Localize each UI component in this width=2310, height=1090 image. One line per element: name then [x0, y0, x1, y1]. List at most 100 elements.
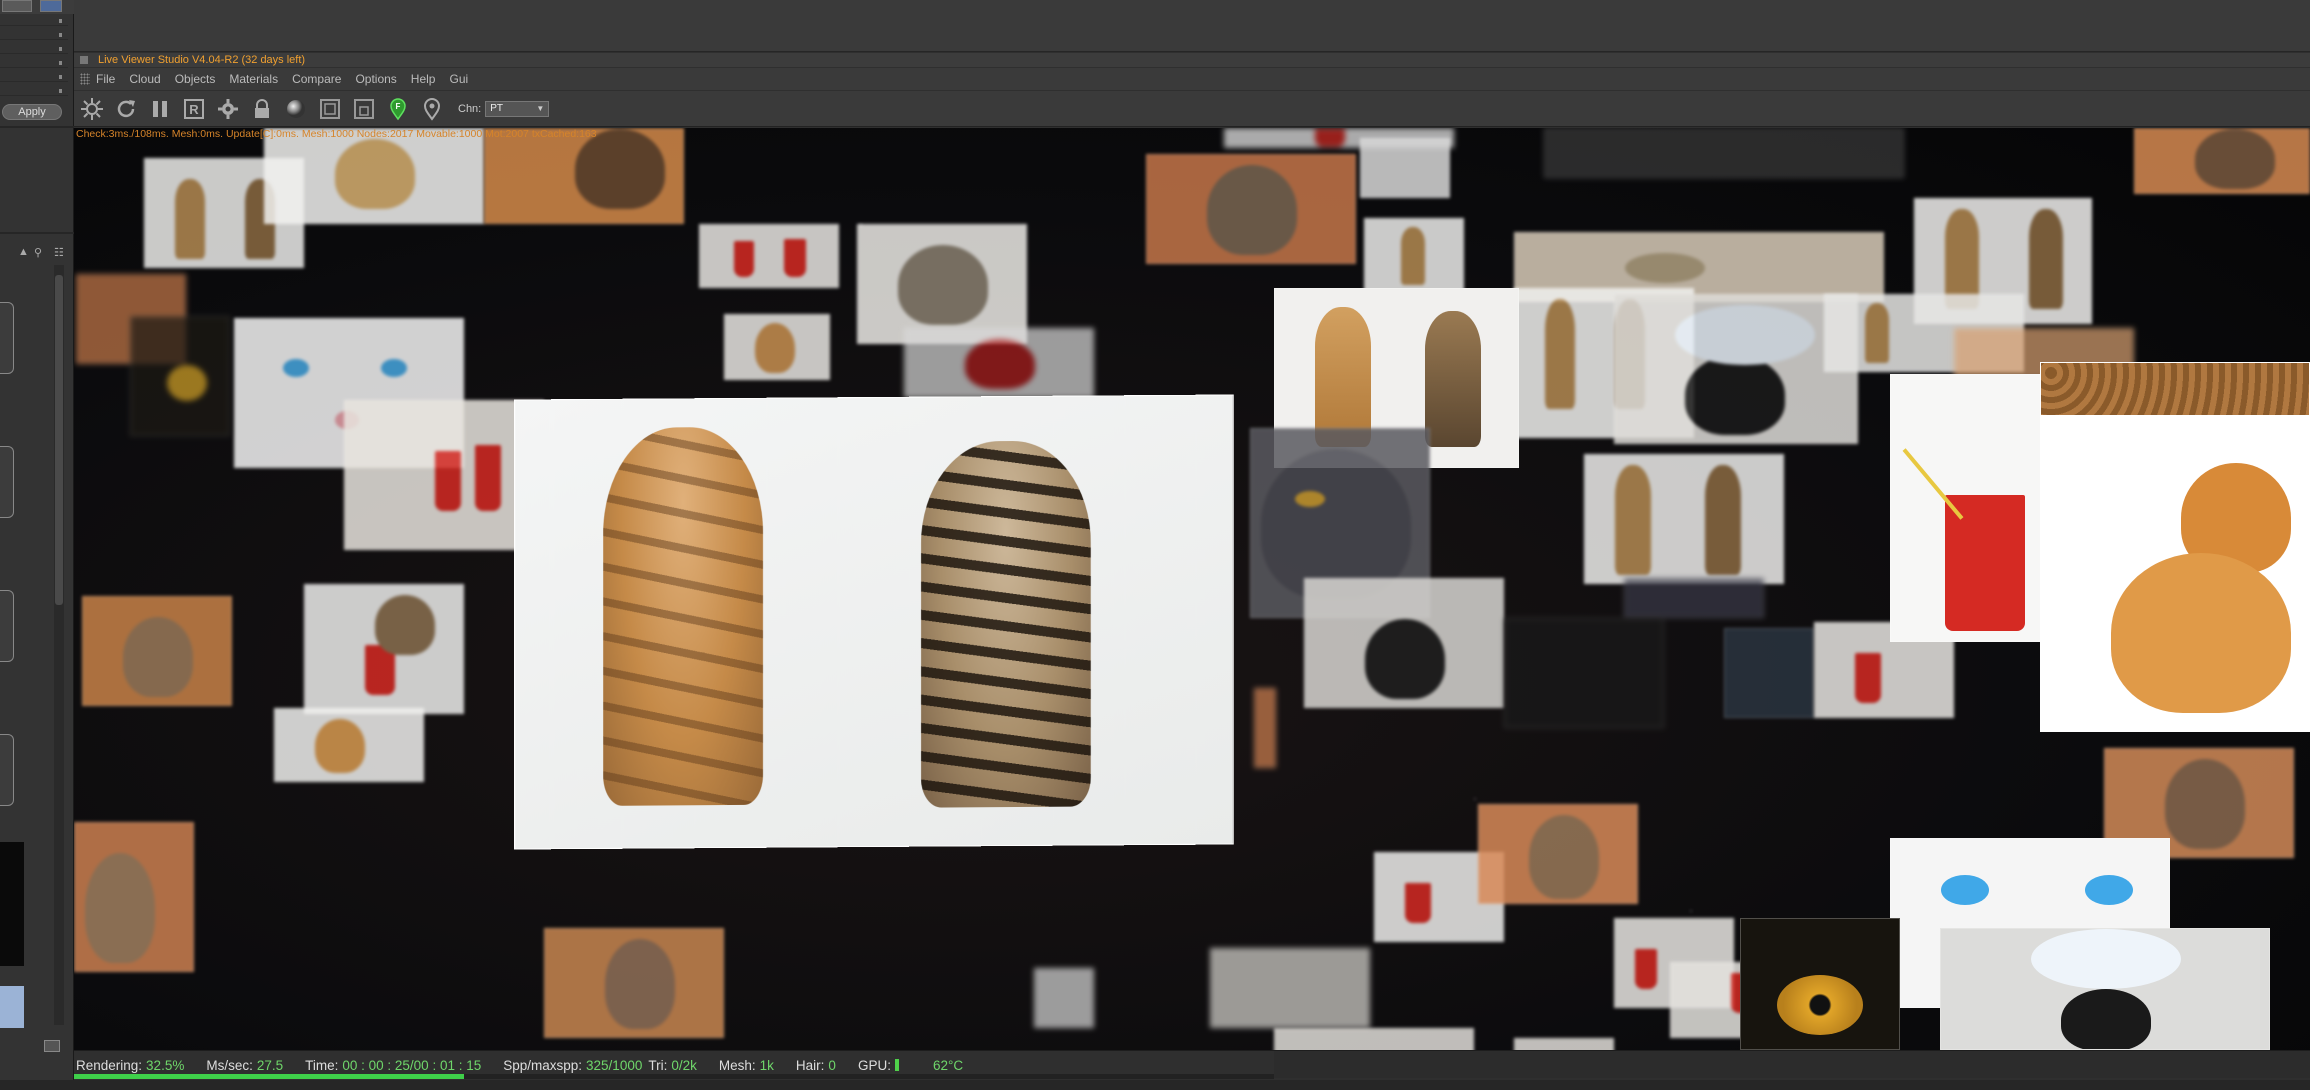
menu-grip-icon[interactable]	[80, 73, 90, 85]
menu-cloud[interactable]: Cloud	[129, 72, 160, 86]
ms-value: 27.5	[256, 1057, 284, 1073]
gpu-label: GPU:	[857, 1057, 891, 1073]
photo-card	[1624, 578, 1764, 618]
svg-text:R: R	[189, 102, 199, 117]
render-region-icon[interactable]: R	[180, 95, 208, 123]
lock-icon[interactable]	[248, 95, 276, 123]
menu-objects[interactable]: Objects	[175, 72, 216, 86]
location-pin-icon[interactable]	[418, 95, 446, 123]
photo-card	[1614, 294, 1858, 444]
triangle-up-icon[interactable]: ▲	[18, 246, 30, 260]
apply-button[interactable]: Apply	[2, 104, 62, 120]
photo-card	[1504, 618, 1664, 728]
photo-card-black-cat	[1940, 928, 2270, 1050]
panel-item[interactable]	[0, 446, 14, 518]
photo-card	[904, 328, 1094, 398]
panel-scrollbar[interactable]	[54, 265, 64, 1025]
tabby-paw	[920, 440, 1091, 808]
menu-options[interactable]: Options	[355, 72, 396, 86]
divider	[0, 126, 74, 128]
menu-help[interactable]: Help	[411, 72, 436, 86]
photo-card	[1544, 128, 1904, 178]
gpu-temperature: 62°C	[932, 1057, 964, 1073]
window-title: Live Viewer Studio V4.04-R2 (32 days lef…	[98, 54, 306, 66]
time-label: Time:	[305, 1057, 339, 1073]
divider	[0, 232, 74, 234]
material-ball-icon[interactable]	[282, 95, 310, 123]
settings-gear-icon[interactable]	[78, 95, 106, 123]
photo-card	[484, 128, 684, 224]
menu-materials[interactable]: Materials	[229, 72, 278, 86]
bottom-strip	[0, 1080, 2310, 1090]
panel-row[interactable]	[0, 72, 68, 82]
panel-item[interactable]	[0, 590, 14, 662]
search-icon[interactable]: ⚲	[34, 246, 46, 260]
grid-view-icon[interactable]	[2, 0, 32, 12]
plugin-title-bar: Live Viewer Studio V4.04-R2 (32 days lef…	[74, 53, 2310, 67]
render-viewport[interactable]: Check:3ms./108ms. Mesh:0ms. Update[C]:0m…	[74, 128, 2310, 1050]
photo-card	[1360, 138, 1450, 198]
photo-card-orange-cat	[2040, 362, 2310, 732]
photo-card	[274, 708, 424, 782]
channel-label: Chn:	[458, 102, 482, 115]
photo-card-paws-main	[514, 394, 1234, 850]
photo-card	[304, 584, 464, 714]
photo-card	[1584, 454, 1784, 584]
tri-value: 0/2k	[671, 1057, 697, 1073]
svg-text:F: F	[396, 102, 401, 111]
render-progress-bar	[74, 1074, 1274, 1079]
photo-card	[1724, 628, 1814, 718]
viewport-copy-icon[interactable]	[350, 95, 378, 123]
viewport-icon[interactable]	[316, 95, 344, 123]
photo-card	[1364, 218, 1464, 292]
gpu-usage-bar	[894, 1059, 899, 1071]
mesh-label: Mesh:	[718, 1057, 756, 1073]
menu-file[interactable]: File	[96, 72, 115, 86]
photo-card	[130, 316, 230, 436]
scrollbar-thumb[interactable]	[55, 275, 63, 605]
spacer	[1474, 798, 1476, 800]
hair-label: Hair:	[795, 1057, 825, 1073]
panel-preview-selected[interactable]	[0, 986, 24, 1028]
photo-card	[264, 128, 484, 224]
photo-card	[544, 928, 724, 1038]
photo-card-soda-cup	[1890, 374, 2050, 642]
panel-row[interactable]	[0, 86, 68, 96]
render-toolbar: R F Chn: PT	[74, 91, 2310, 127]
tri-label: Tri:	[648, 1057, 668, 1073]
photo-card	[1304, 578, 1504, 708]
render-progress-fill	[74, 1074, 464, 1079]
filter-icon[interactable]: ☷	[54, 246, 66, 260]
image-view-icon[interactable]	[40, 0, 62, 12]
window-grip-icon[interactable]	[80, 56, 88, 64]
orange-paw	[603, 426, 764, 806]
panel-item[interactable]	[0, 734, 14, 806]
focus-pin-icon[interactable]: F	[384, 95, 412, 123]
panel-item[interactable]	[0, 302, 14, 374]
panel-preview-dark	[0, 842, 24, 966]
photo-card	[699, 224, 839, 288]
rendering-label: Rendering:	[76, 1057, 143, 1073]
spacer	[860, 224, 862, 226]
menu-compare[interactable]: Compare	[292, 72, 341, 86]
photo-card	[1034, 968, 1094, 1028]
app-window: { "app": { "title": "Live Viewer Studio …	[0, 0, 2310, 1090]
refresh-icon[interactable]	[112, 95, 140, 123]
panel-row[interactable]	[0, 16, 68, 26]
photo-card	[724, 314, 830, 380]
save-icon[interactable]	[44, 1040, 60, 1052]
photo-card	[1146, 154, 1356, 264]
pause-icon[interactable]	[146, 95, 174, 123]
panel-row[interactable]	[0, 58, 68, 68]
settings-icon[interactable]	[214, 95, 242, 123]
channel-select[interactable]: PT	[485, 100, 550, 117]
panel-row[interactable]	[0, 30, 68, 40]
photo-card	[1514, 1038, 1614, 1050]
menu-bar: File Cloud Objects Materials Compare Opt…	[74, 68, 2310, 90]
photo-card	[1274, 1028, 1474, 1050]
panel-row[interactable]	[0, 44, 68, 54]
menu-gui[interactable]: Gui	[449, 72, 468, 86]
host-app-area	[74, 0, 2310, 52]
photo-card	[857, 224, 1027, 344]
photo-card-cat-eye	[1740, 918, 1900, 1050]
